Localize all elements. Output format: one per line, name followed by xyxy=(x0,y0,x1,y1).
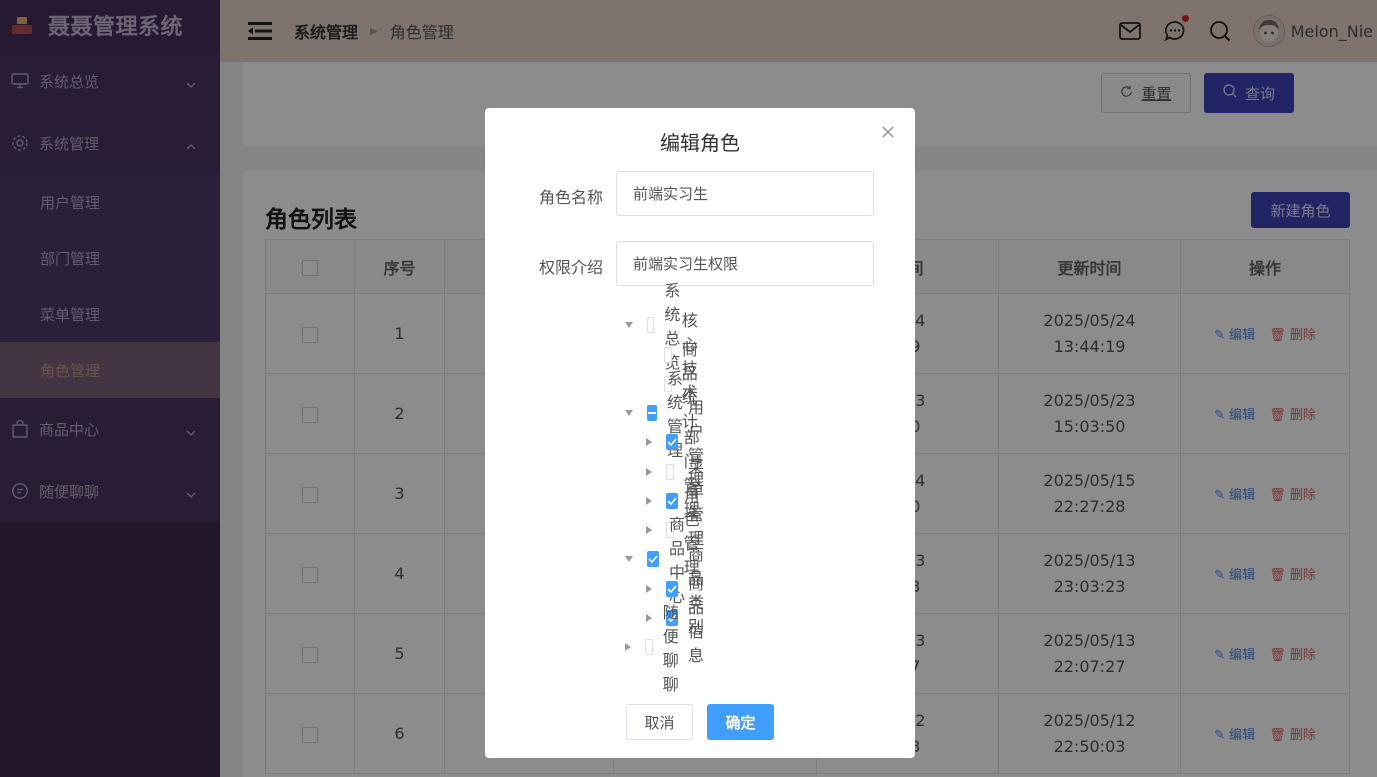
edit-role-dialog: 编辑角色 角色名称 前端实习生 权限介绍 前端实习生权限 系统总览 核心技术 商… xyxy=(485,108,915,758)
tree-checkbox[interactable] xyxy=(645,639,653,655)
tree-node-overview[interactable]: 系统总览 xyxy=(625,281,689,372)
caret-right-icon[interactable] xyxy=(646,438,652,446)
tree-checkbox[interactable] xyxy=(647,317,655,333)
tree-label: 随便聊聊 xyxy=(662,603,679,694)
caret-down-icon[interactable] xyxy=(625,555,633,563)
tree-node-system[interactable]: 系统管理 xyxy=(625,369,689,460)
caret-right-icon[interactable] xyxy=(646,497,652,505)
confirm-button[interactable]: 确定 xyxy=(707,704,774,740)
tree-label: 商品信息 xyxy=(688,574,705,665)
tree-checkbox[interactable] xyxy=(666,464,674,480)
cancel-button[interactable]: 取消 xyxy=(626,704,693,740)
tree-checkbox[interactable] xyxy=(666,581,678,597)
role-desc-label: 权限介绍 xyxy=(539,258,604,277)
role-name-input[interactable]: 前端实习生 xyxy=(616,171,874,216)
tree-checkbox[interactable] xyxy=(647,405,657,421)
close-icon[interactable] xyxy=(881,124,895,138)
caret-down-icon[interactable] xyxy=(625,409,633,417)
caret-right-icon[interactable] xyxy=(646,614,652,622)
role-desc-input[interactable]: 前端实习生权限 xyxy=(616,241,874,286)
dialog-title: 编辑角色 xyxy=(660,131,740,155)
tree-checkbox[interactable] xyxy=(663,347,672,363)
tree-checkbox[interactable] xyxy=(647,551,659,567)
caret-right-icon[interactable] xyxy=(646,585,652,593)
caret-right-icon[interactable] xyxy=(625,643,631,651)
tree-node-chat[interactable]: 随便聊聊 xyxy=(625,603,689,694)
role-name-label: 角色名称 xyxy=(539,188,604,207)
tree-checkbox[interactable] xyxy=(666,434,678,450)
tree-node-products[interactable]: 商品中心 xyxy=(625,515,689,606)
tree-checkbox[interactable] xyxy=(666,493,678,509)
caret-right-icon[interactable] xyxy=(646,526,652,534)
caret-down-icon[interactable] xyxy=(625,321,633,329)
caret-right-icon[interactable] xyxy=(646,468,652,476)
